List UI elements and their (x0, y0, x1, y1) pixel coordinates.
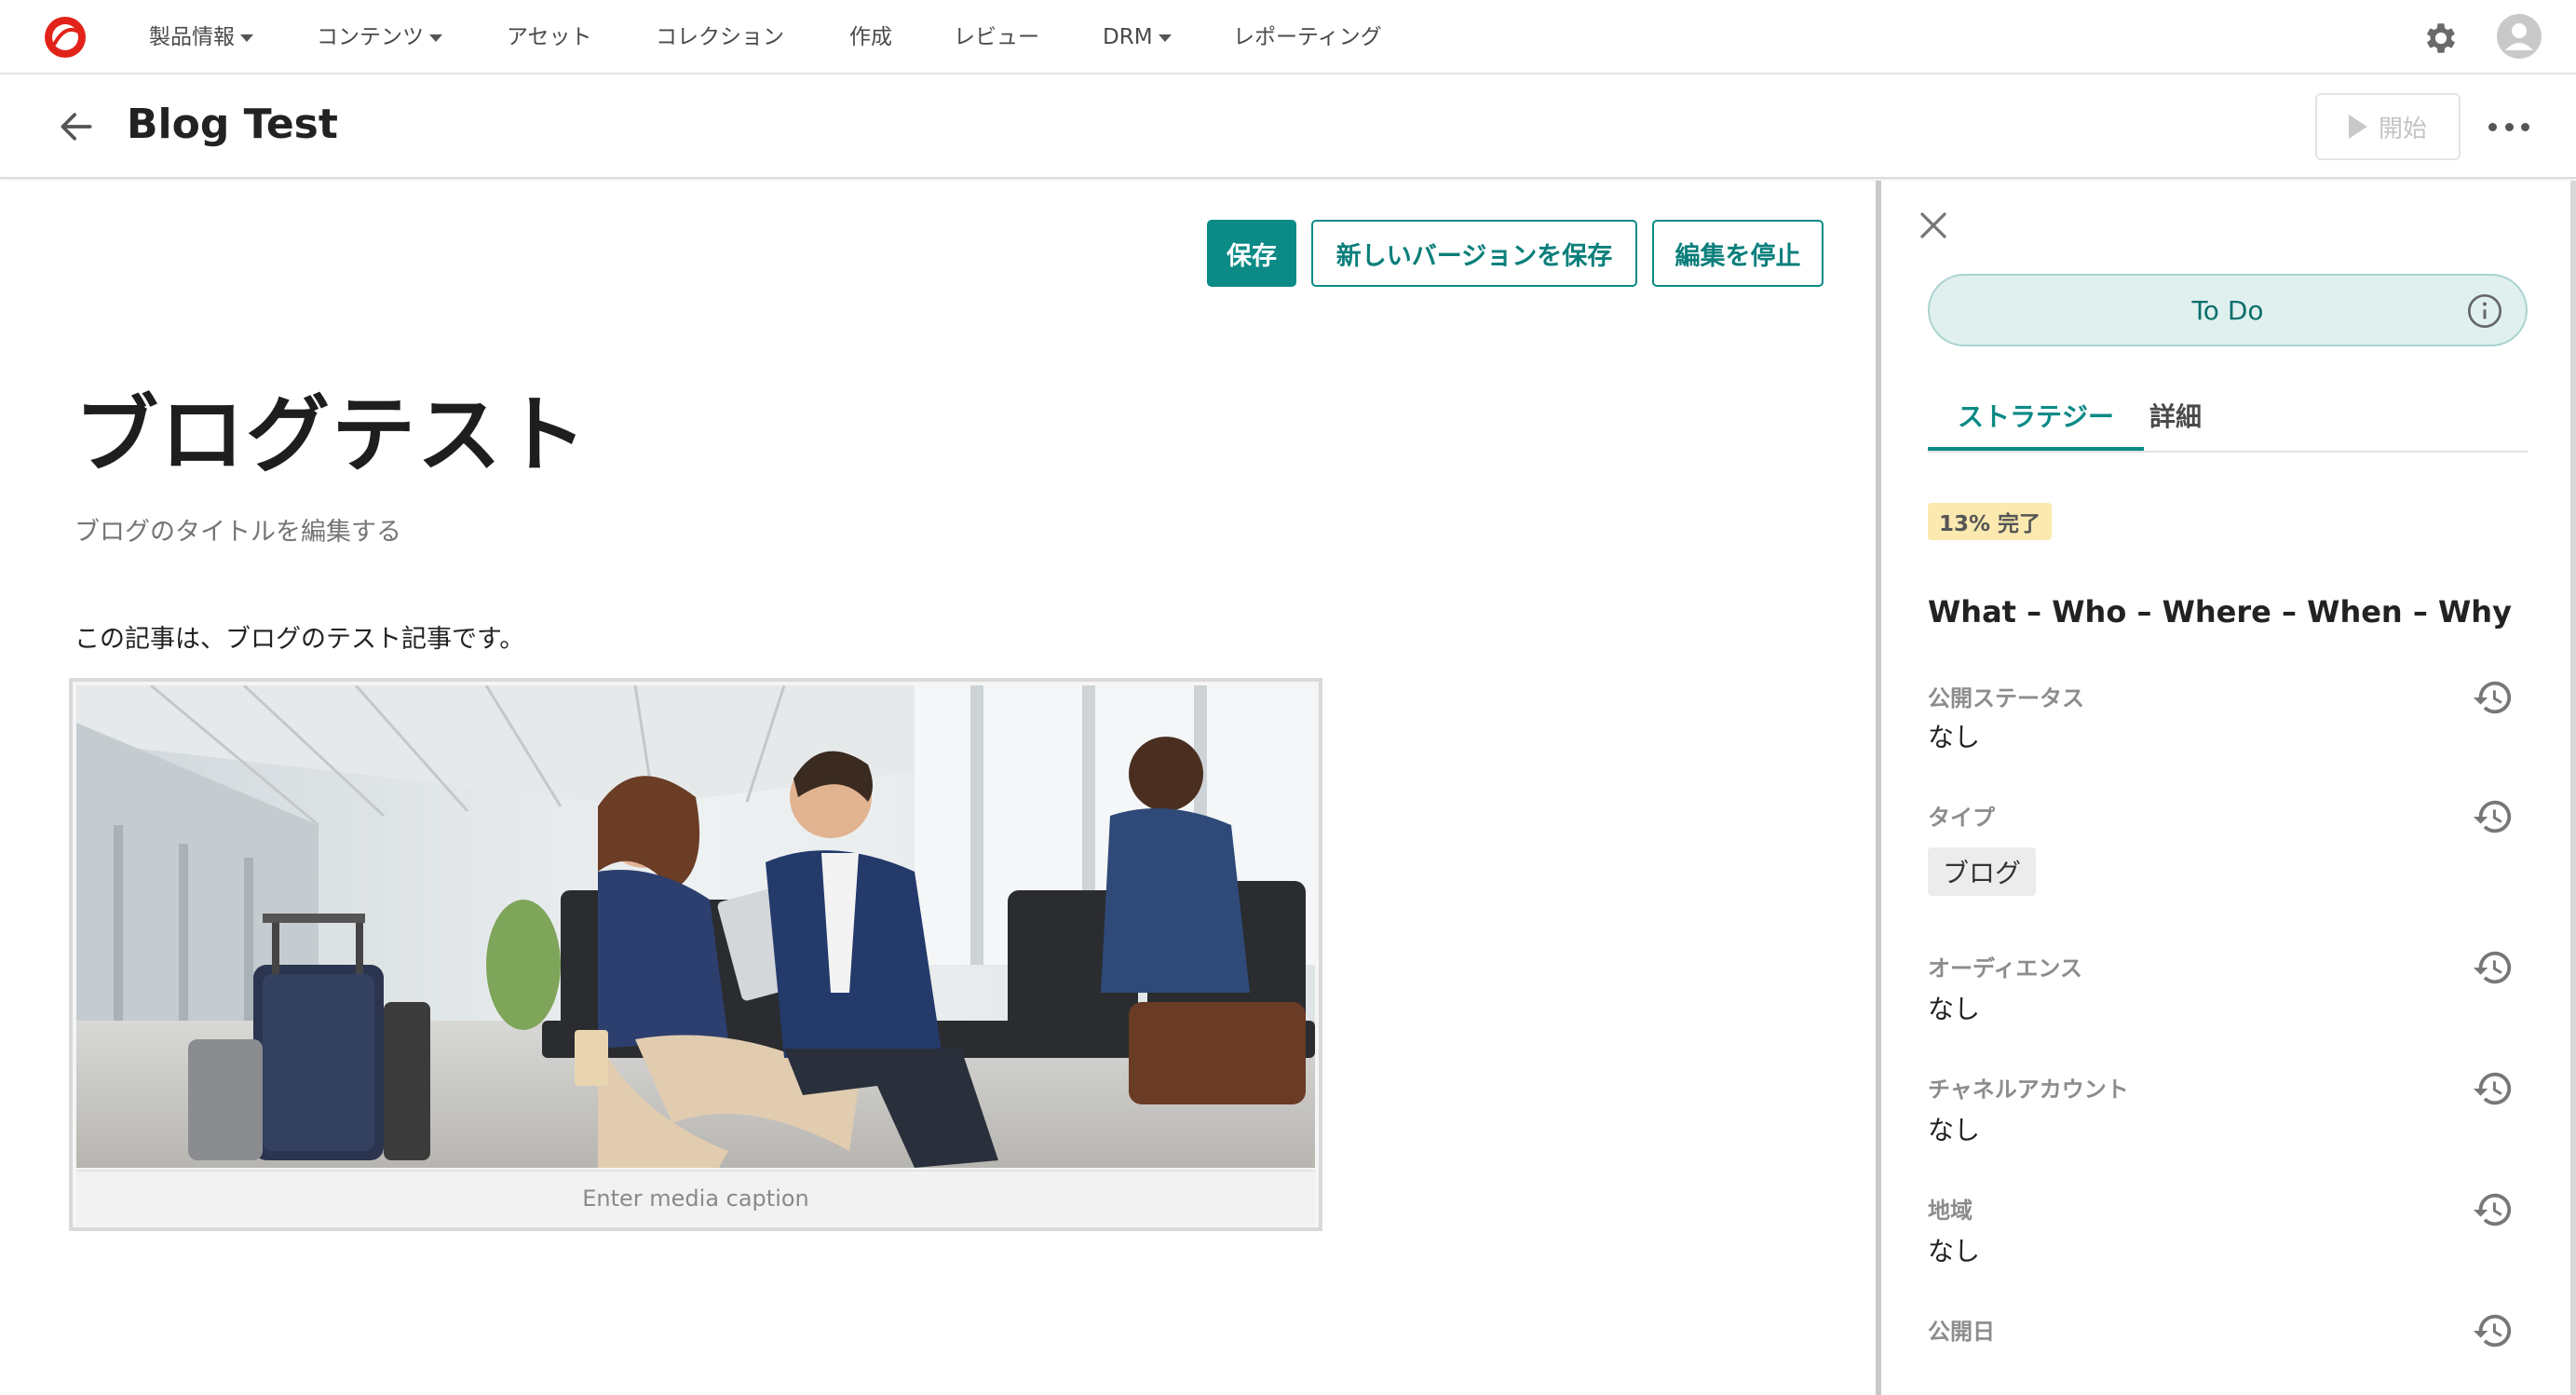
airport-photo-image[interactable] (76, 685, 1315, 1168)
strategy-heading: What – Who – Where – When – Why (1928, 594, 2512, 630)
workflow-status-button[interactable]: To Do (1928, 274, 2528, 346)
history-icon[interactable] (2472, 676, 2515, 719)
top-navigation-bar: 製品情報 コンテンツ アセット コレクション 作成 レビュー DRM レポーティ… (0, 0, 2576, 74)
chevron-down-icon (240, 34, 253, 42)
content-editor: 保存 新しいバージョンを保存 編集を停止 ブログテスト この記事は、ブログのテス… (0, 181, 1876, 1395)
save-button[interactable]: 保存 (1207, 220, 1296, 287)
field-value-audience[interactable]: なし (1928, 989, 1980, 1026)
document-title-bar: Blog Test 開始 (0, 76, 2576, 179)
nav-item-label: 製品情報 (149, 25, 235, 49)
more-options-icon[interactable] (2488, 108, 2529, 145)
start-button[interactable]: 開始 (2315, 93, 2461, 160)
nav-item-content[interactable]: コンテンツ (317, 20, 442, 54)
tab-details[interactable]: 詳細 (2142, 397, 2209, 451)
airport-photo-illustration (76, 685, 1315, 1168)
page-title: Blog Test (127, 101, 338, 148)
nav-item-label: レポーティング (1233, 25, 1382, 49)
nav-item-reporting[interactable]: レポーティング (1233, 20, 1382, 54)
history-icon[interactable] (2472, 1188, 2515, 1231)
field-chip-type[interactable]: ブログ (1928, 847, 2037, 896)
nav-item-label: 作成 (849, 25, 892, 49)
history-icon[interactable] (2472, 795, 2515, 838)
field-label-type: タイプ (1928, 805, 1995, 831)
panel-tabs: ストラテジー 詳細 (1928, 391, 2528, 453)
user-avatar-icon[interactable] (2496, 13, 2542, 60)
nav-item-product-info[interactable]: 製品情報 (149, 20, 253, 54)
media-block[interactable]: Enter media caption (69, 678, 1322, 1231)
nav-item-label: コンテンツ (317, 25, 424, 49)
field-label-publish-date: 公開日 (1928, 1319, 1995, 1345)
field-label-region: 地域 (1928, 1198, 1973, 1224)
back-arrow-icon[interactable] (56, 106, 97, 147)
play-icon (2348, 115, 2367, 139)
nav-item-assets[interactable]: アセット (507, 20, 592, 54)
nav-item-label: アセット (507, 25, 592, 49)
tab-strategy[interactable]: ストラテジー (1928, 397, 2145, 451)
panel-scrollbar[interactable] (2570, 181, 2576, 1395)
history-icon[interactable] (2472, 946, 2515, 989)
save-new-version-button[interactable]: 新しいバージョンを保存 (1311, 220, 1637, 287)
nav-item-create[interactable]: 作成 (849, 20, 892, 54)
start-button-label: 開始 (2378, 115, 2427, 143)
close-icon[interactable] (1917, 209, 1950, 242)
nav-item-label: DRM (1103, 25, 1153, 49)
media-caption-input[interactable]: Enter media caption (76, 1170, 1315, 1226)
details-side-panel: To Do ストラテジー 詳細 13% 完了 What – Who – Wher… (1881, 181, 2570, 1395)
field-value-publish-status[interactable]: なし (1928, 717, 1980, 754)
field-label-audience: オーディエンス (1928, 955, 2082, 982)
chevron-down-icon (1158, 34, 1172, 42)
chevron-down-icon (429, 34, 442, 42)
stop-editing-button[interactable]: 編集を停止 (1652, 220, 1824, 287)
product-logo-icon[interactable] (41, 13, 89, 61)
nav-item-drm[interactable]: DRM (1103, 20, 1172, 54)
article-body-text[interactable]: この記事は、ブログのテスト記事です。 (75, 618, 524, 655)
field-label-publish-status: 公開ステータス (1928, 685, 2084, 711)
info-icon[interactable] (2466, 292, 2503, 330)
nav-item-label: レビュー (954, 25, 1039, 49)
field-value-region[interactable]: なし (1928, 1231, 1980, 1268)
history-icon[interactable] (2472, 1067, 2515, 1110)
blog-title-input[interactable] (75, 518, 913, 547)
article-heading[interactable]: ブログテスト (75, 367, 589, 488)
field-value-channel-account[interactable]: なし (1928, 1110, 1980, 1147)
gear-icon[interactable] (2421, 19, 2461, 58)
progress-badge: 13% 完了 (1928, 503, 2053, 540)
field-label-channel-account: チャネルアカウント (1928, 1077, 2129, 1103)
workflow-status-label: To Do (2191, 294, 2264, 326)
nav-item-review[interactable]: レビュー (954, 20, 1039, 54)
nav-item-collections[interactable]: コレクション (656, 20, 784, 54)
nav-item-label: コレクション (656, 25, 784, 49)
history-icon[interactable] (2472, 1309, 2515, 1352)
